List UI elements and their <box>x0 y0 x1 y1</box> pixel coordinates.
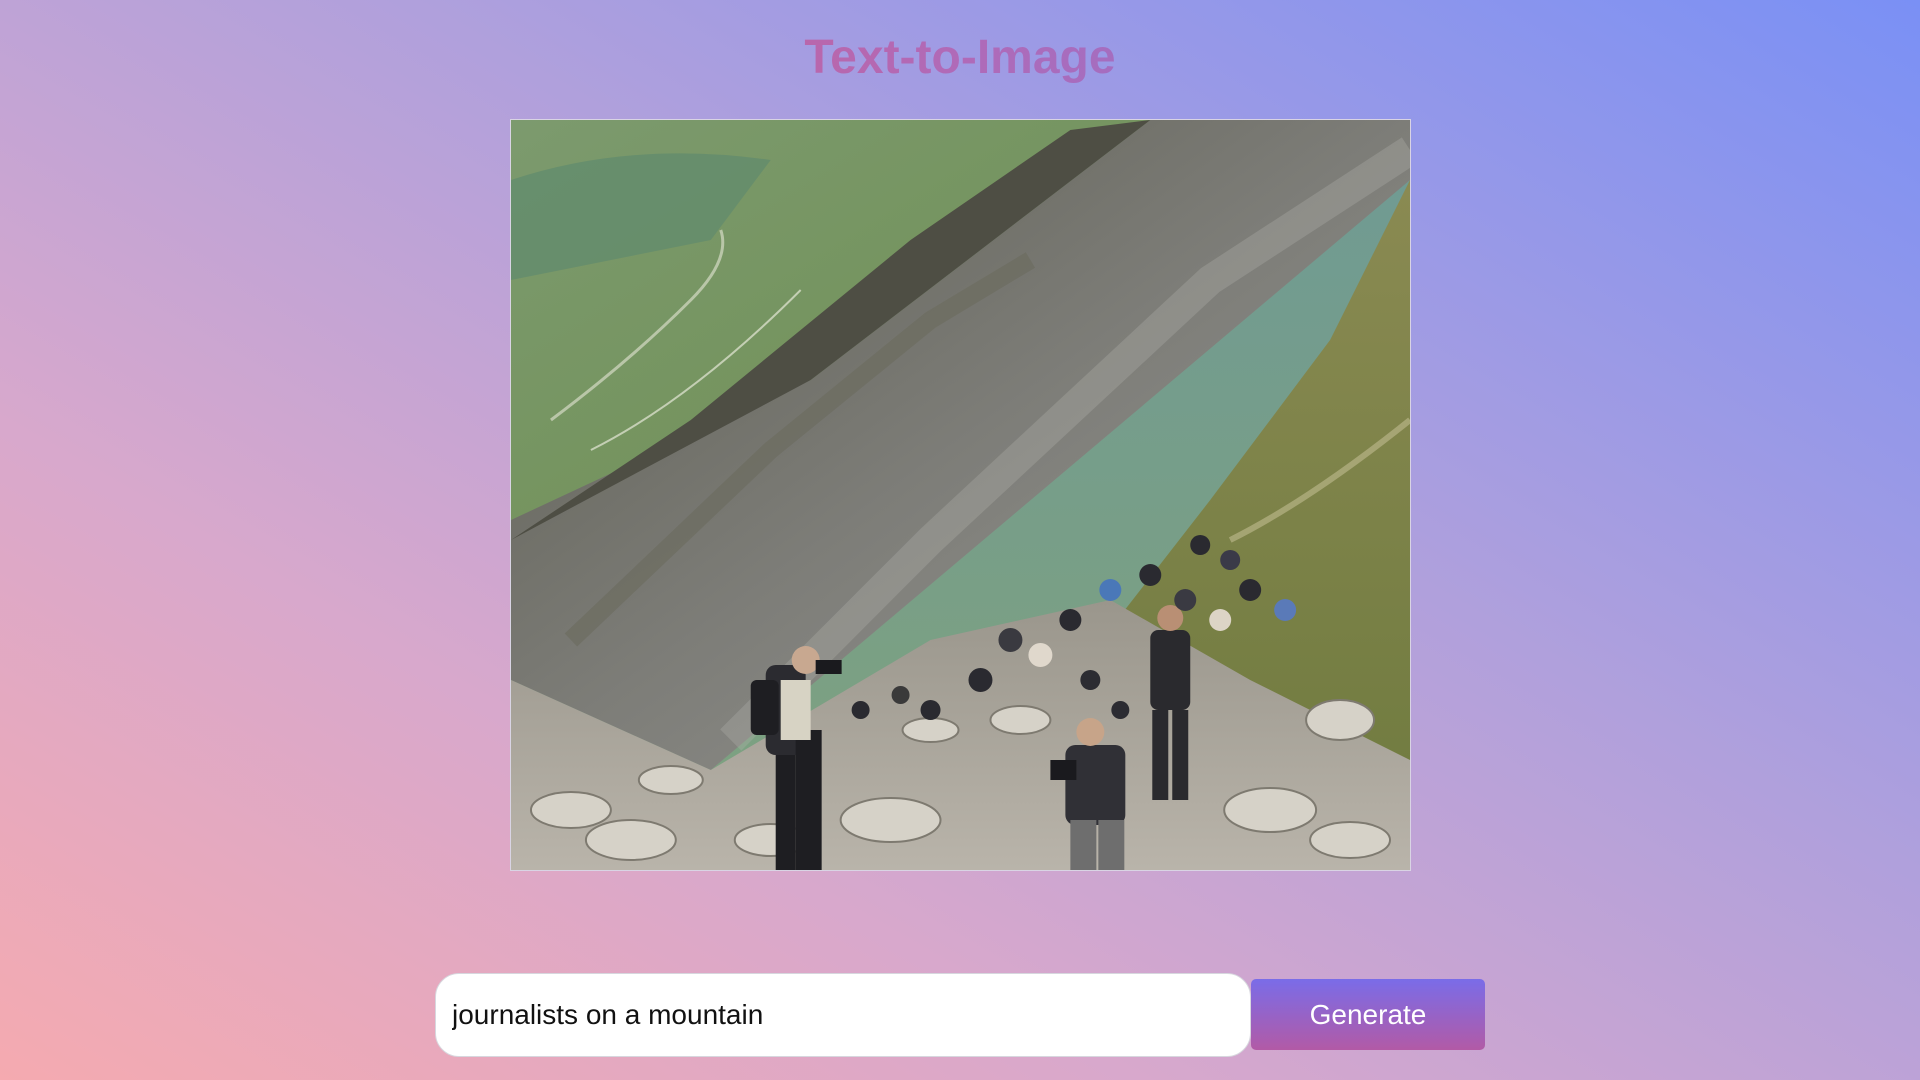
generate-button[interactable]: Generate <box>1251 979 1485 1050</box>
generated-image <box>510 119 1411 871</box>
page-title: Text-to-Image <box>0 30 1920 86</box>
generated-image-canvas <box>511 120 1410 870</box>
prompt-input[interactable] <box>435 973 1251 1057</box>
